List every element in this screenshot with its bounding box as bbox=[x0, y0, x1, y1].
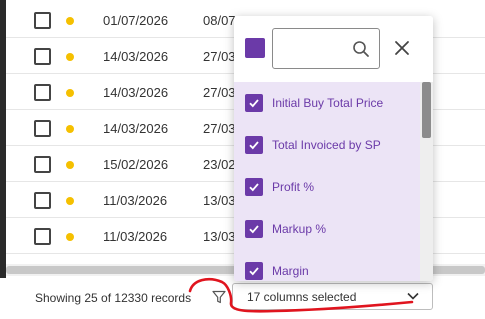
column-option-label: Profit % bbox=[272, 180, 315, 194]
status-dot bbox=[66, 89, 74, 97]
chevron-down-icon bbox=[407, 292, 419, 300]
date-cell: 01/07/2026 bbox=[103, 13, 169, 28]
column-option-label: Markup % bbox=[272, 222, 327, 236]
checkmark-icon bbox=[249, 141, 259, 150]
column-option-label: Initial Buy Total Price bbox=[272, 96, 384, 110]
date-cell: 13/03 bbox=[203, 193, 236, 208]
status-dot bbox=[66, 125, 74, 133]
records-count: Showing 25 of 12330 records bbox=[35, 291, 192, 305]
status-dot bbox=[66, 197, 74, 205]
status-dot bbox=[66, 17, 74, 25]
date-cell: 11/03/2026 bbox=[103, 193, 168, 208]
column-option-checkbox[interactable] bbox=[245, 262, 263, 280]
date-cell: 08/07 bbox=[203, 13, 236, 28]
date-cell: 27/03 bbox=[203, 49, 236, 64]
column-option[interactable]: Margin bbox=[234, 250, 420, 281]
date-cell: 27/03 bbox=[203, 85, 236, 100]
column-option-label: Margin bbox=[272, 264, 309, 278]
column-option-checkbox[interactable] bbox=[245, 94, 263, 112]
row-checkbox[interactable] bbox=[34, 156, 51, 173]
column-options-list: Initial Buy Total Price Total Invoiced b… bbox=[234, 82, 420, 281]
row-checkbox[interactable] bbox=[34, 12, 51, 29]
column-option-checkbox[interactable] bbox=[245, 178, 263, 196]
row-checkbox[interactable] bbox=[34, 84, 51, 101]
date-cell: 23/02 bbox=[203, 157, 236, 172]
date-cell: 13/03 bbox=[203, 229, 236, 244]
checkmark-icon bbox=[249, 183, 259, 192]
column-option[interactable]: Total Invoiced by SP bbox=[234, 124, 420, 166]
vertical-scrollbar[interactable] bbox=[420, 82, 433, 281]
row-checkbox[interactable] bbox=[34, 48, 51, 65]
funnel-icon bbox=[211, 290, 226, 303]
column-picker-header bbox=[234, 16, 433, 82]
table-footer: Showing 25 of 12330 records 17 columns s… bbox=[0, 278, 485, 319]
columns-selected-label: 17 columns selected bbox=[247, 290, 357, 304]
column-option[interactable]: Markup % bbox=[234, 208, 420, 250]
column-picker-popup: Initial Buy Total Price Total Invoiced b… bbox=[234, 16, 433, 281]
date-cell: 14/03/2026 bbox=[103, 121, 169, 136]
date-cell: 14/03/2026 bbox=[103, 49, 169, 64]
vertical-scrollbar-thumb[interactable] bbox=[422, 82, 431, 138]
status-dot bbox=[66, 233, 74, 241]
date-cell: 15/02/2026 bbox=[103, 157, 169, 172]
search-icon bbox=[353, 41, 369, 57]
checkmark-icon bbox=[249, 42, 261, 54]
row-checkbox[interactable] bbox=[34, 192, 51, 209]
column-option[interactable]: Profit % bbox=[234, 166, 420, 208]
select-all-checkbox[interactable] bbox=[245, 38, 265, 58]
checkmark-icon bbox=[249, 225, 259, 234]
close-icon[interactable] bbox=[394, 40, 410, 56]
column-option-label: Total Invoiced by SP bbox=[272, 138, 381, 152]
date-cell: 27/03 bbox=[203, 121, 236, 136]
filter-button[interactable] bbox=[205, 283, 232, 310]
date-cell: 11/03/2026 bbox=[103, 229, 168, 244]
column-option-checkbox[interactable] bbox=[245, 136, 263, 154]
column-option-checkbox[interactable] bbox=[245, 220, 263, 238]
status-dot bbox=[66, 53, 74, 61]
column-search-input[interactable] bbox=[272, 28, 380, 69]
checkmark-icon bbox=[249, 267, 259, 276]
checkmark-icon bbox=[249, 99, 259, 108]
column-option[interactable]: Initial Buy Total Price bbox=[234, 82, 420, 124]
columns-select[interactable]: 17 columns selected bbox=[232, 283, 433, 310]
row-checkbox[interactable] bbox=[34, 120, 51, 137]
date-cell: 14/03/2026 bbox=[103, 85, 169, 100]
row-checkbox[interactable] bbox=[34, 228, 51, 245]
status-dot bbox=[66, 161, 74, 169]
